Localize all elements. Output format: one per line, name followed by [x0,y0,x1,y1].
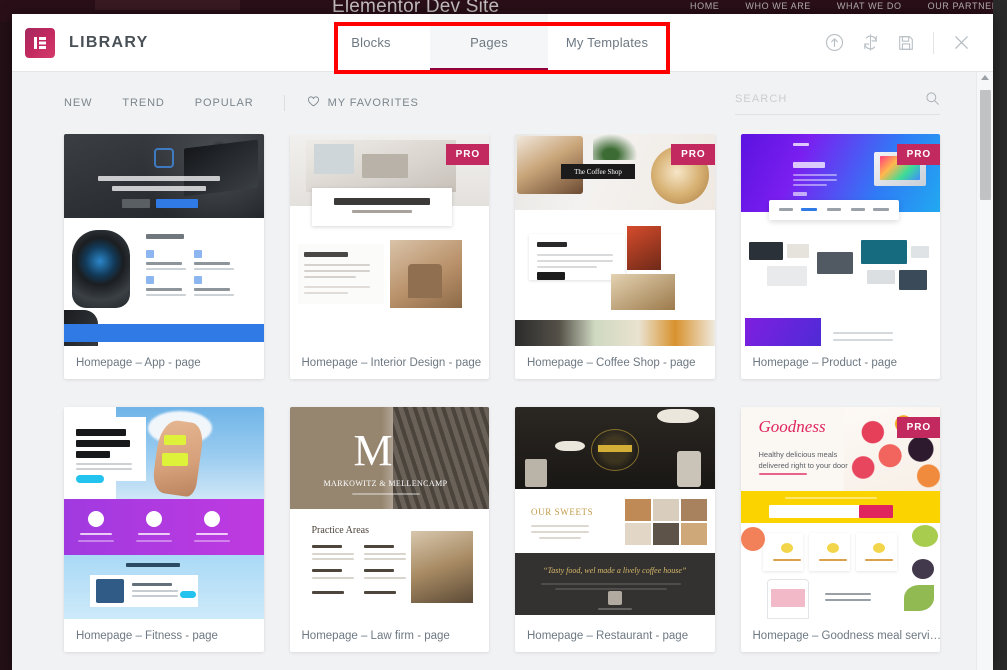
templates-grid: Homepage – App - page [64,134,940,652]
template-thumbnail-coffee-shop: The Coffee Shop PRO [515,134,715,346]
tab-pages[interactable]: Pages [430,14,548,71]
filter-trend[interactable]: TREND [122,93,164,113]
search-icon[interactable] [925,91,940,106]
template-thumbnail-law-firm: M MARKOWITZ & MELLENCAMP Practice Areas [290,407,490,619]
modal-header: LIBRARY Blocks Pages My Templates [12,14,993,72]
library-brand: LIBRARY [12,14,312,71]
tab-my-templates[interactable]: My Templates [548,14,666,71]
template-title: Homepage – Interior Design - page [290,346,490,379]
template-card-interior-design[interactable]: PRO Homepage – Interior Design - page [290,134,490,379]
filter-toolbar: NEW TREND POPULAR MY FAVORITES [12,72,976,134]
pro-badge: PRO [897,417,940,438]
pro-badge: PRO [671,144,714,165]
library-content: NEW TREND POPULAR MY FAVORITES [12,72,976,670]
template-card-product[interactable]: PRO Homepage – Product - page [741,134,941,379]
template-card-coffee-shop[interactable]: The Coffee Shop PRO [515,134,715,379]
library-tabs: Blocks Pages My Templates [312,14,666,71]
tab-pages-label: Pages [470,35,508,50]
sync-icon[interactable] [852,25,888,61]
template-title: Homepage – Fitness - page [64,619,264,652]
template-card-law-firm[interactable]: M MARKOWITZ & MELLENCAMP Practice Areas [290,407,490,652]
heart-icon [307,95,320,111]
template-thumbnail-goodness-meal-service: Goodness Healthy delicious meals deliver… [741,407,941,619]
background-right-edge [993,0,1007,670]
modal-body: NEW TREND POPULAR MY FAVORITES [12,72,993,670]
filter-my-favorites[interactable]: MY FAVORITES [307,95,419,111]
search-box[interactable] [735,91,940,115]
search-input[interactable] [735,93,925,105]
template-title: Homepage – Coffee Shop - page [515,346,715,379]
library-modal: LIBRARY Blocks Pages My Templates [12,14,993,670]
header-actions [816,14,993,71]
template-thumbnail-interior-design: PRO [290,134,490,346]
template-card-restaurant[interactable]: OUR SWEETS “Tasty food, wel made a livel… [515,407,715,652]
tab-blocks-label: Blocks [351,35,391,50]
template-thumbnail-restaurant: OUR SWEETS “Tasty food, wel made a livel… [515,407,715,619]
close-icon[interactable] [943,25,979,61]
tab-blocks[interactable]: Blocks [312,14,430,71]
template-card-goodness-meal-service[interactable]: Goodness Healthy delicious meals deliver… [741,407,941,652]
templates-scroll-area: Homepage – App - page [12,134,976,670]
vertical-scrollbar[interactable] [976,72,993,670]
template-thumbnail-fitness [64,407,264,619]
filter-divider [284,95,285,111]
template-title: Homepage – Law firm - page [290,619,490,652]
template-card-app[interactable]: Homepage – App - page [64,134,264,379]
header-divider [933,32,934,54]
template-thumbnail-product: PRO [741,134,941,346]
filter-new[interactable]: NEW [64,93,92,113]
header-spacer [666,14,816,71]
filter-popular[interactable]: POPULAR [195,93,254,113]
template-title: Homepage – Product - page [741,346,941,379]
save-icon[interactable] [888,25,924,61]
tab-my-templates-label: My Templates [566,35,648,50]
upload-icon[interactable] [816,25,852,61]
page-title: LIBRARY [69,34,149,52]
caret-up-icon[interactable] [981,75,989,80]
pro-badge: PRO [897,144,940,165]
scrollbar-thumb[interactable] [980,90,991,200]
background-nav-item-who-we-are: WHO WE ARE [745,1,811,11]
filter-links: NEW TREND POPULAR MY FAVORITES [64,93,419,113]
template-card-fitness[interactable]: Homepage – Fitness - page [64,407,264,652]
background-logo-block [95,0,240,10]
template-thumbnail-app [64,134,264,346]
pro-badge: PRO [446,144,489,165]
background-nav-item-what-we-do: WHAT WE DO [837,1,902,11]
elementor-logo-icon [25,28,55,58]
background-nav: HOME WHO WE ARE WHAT WE DO OUR PARTNERS … [690,1,1007,11]
filter-my-favorites-label: MY FAVORITES [328,97,419,109]
template-title: Homepage – Goodness meal servi… [741,619,941,652]
template-title: Homepage – App - page [64,346,264,379]
background-nav-item-home: HOME [690,1,719,11]
template-title: Homepage – Restaurant - page [515,619,715,652]
